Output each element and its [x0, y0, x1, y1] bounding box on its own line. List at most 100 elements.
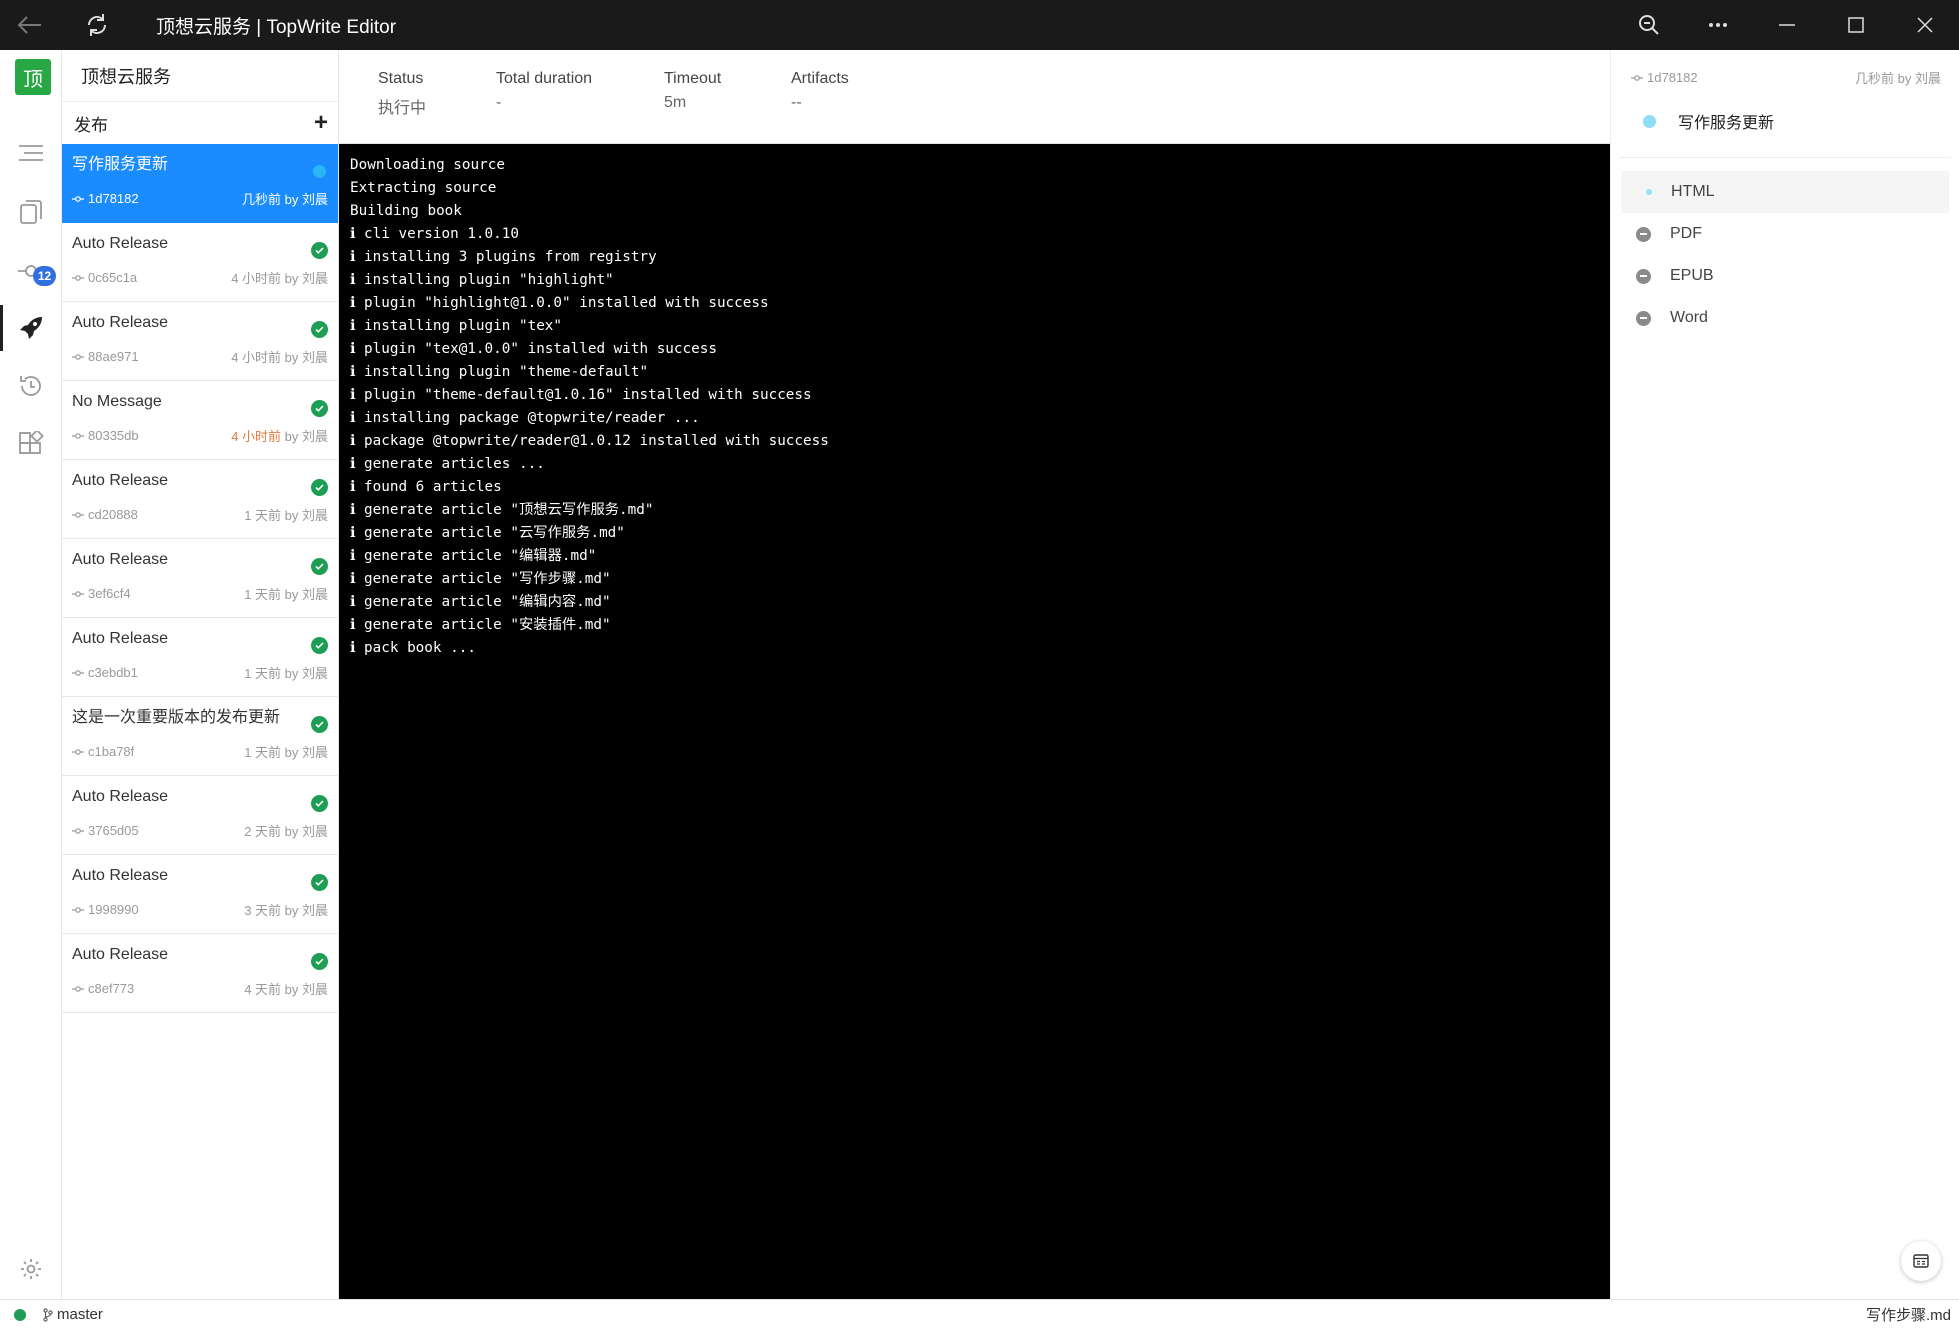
close-button[interactable] — [1890, 0, 1959, 50]
release-item[interactable]: Auto Release 1998990 3 天前 by 刘晨 — [62, 855, 338, 934]
release-item[interactable]: Auto Release 3765d05 2 天前 by 刘晨 — [62, 776, 338, 855]
gear-icon — [21, 1259, 41, 1279]
connection-status-icon — [14, 1308, 26, 1321]
success-check-icon — [311, 558, 328, 575]
nav-files[interactable] — [0, 187, 62, 237]
release-item-commit-hash: c8ef773 — [88, 981, 135, 996]
release-item-time-ago: 4 天前 — [244, 982, 282, 997]
back-button[interactable] — [5, 0, 55, 50]
release-commit: 1d78182 — [1631, 68, 1698, 87]
zoom-button[interactable] — [1614, 0, 1683, 50]
nav-settings[interactable] — [0, 1244, 62, 1294]
build-log-terminal[interactable]: Downloading source Extracting source Build… — [339, 144, 1610, 1299]
release-item-title: Auto Release — [72, 630, 169, 647]
release-item-commit: cd20888 — [72, 505, 138, 524]
release-item-time-ago: 1 天前 — [244, 508, 282, 523]
commit-icon — [72, 906, 84, 913]
artifact-html[interactable]: HTML — [1621, 171, 1949, 213]
log-line: ℹ installing package @topwrite/reader ..… — [350, 410, 700, 426]
sync-button[interactable] — [72, 0, 122, 50]
release-item-commit: 1d78182 — [72, 189, 139, 208]
commit-icon — [72, 985, 84, 992]
commit-icon — [72, 511, 84, 518]
log-line: ℹ installing plugin "highlight" — [350, 272, 614, 288]
release-item-time-ago: 4 小时前 — [231, 350, 282, 365]
release-item-commit-hash: 1998990 — [88, 902, 139, 917]
nav-plugins[interactable] — [0, 419, 62, 469]
release-item-title: Auto Release — [72, 472, 169, 489]
stat-artifacts-label: Artifacts — [791, 70, 849, 87]
skipped-status-icon — [1636, 310, 1651, 326]
release-info-pane: 1d78182 几秒前 by 刘晨 写作服务更新 HTML PDF EPUB Word — [1610, 50, 1959, 1299]
success-check-icon — [311, 637, 328, 654]
commit-icon — [72, 669, 84, 676]
release-item[interactable]: 写作服务更新 1d78182 几秒前 by 刘晨 — [62, 144, 338, 223]
log-line: ℹ installing plugin "tex" — [350, 318, 563, 334]
log-line: ℹ plugin "tex@1.0.0" installed with succ… — [350, 341, 717, 357]
release-item-time: 4 小时前 by 刘晨 — [231, 268, 328, 287]
stat-artifacts-value: -- — [791, 94, 802, 111]
artifact-label: HTML — [1671, 183, 1715, 200]
release-item-author: by 刘晨 — [284, 982, 328, 997]
release-item[interactable]: 这是一次重要版本的发布更新 c1ba78f 1 天前 by 刘晨 — [62, 697, 338, 776]
log-line: ℹ plugin "theme-default@1.0.16" installe… — [350, 387, 812, 403]
release-item-time: 3 天前 by 刘晨 — [244, 900, 328, 919]
maximize-button[interactable] — [1821, 0, 1890, 50]
release-item-commit-hash: 3ef6cf4 — [88, 586, 131, 601]
artifact-epub[interactable]: EPUB — [1621, 255, 1949, 297]
release-item[interactable]: Auto Release 0c65c1a 4 小时前 by 刘晨 — [62, 223, 338, 302]
branch-name: master — [57, 1306, 103, 1323]
release-item-author: by 刘晨 — [284, 192, 328, 207]
release-list-title: 发布 — [74, 115, 108, 135]
current-file[interactable]: 写作步骤.md — [1866, 1304, 1951, 1325]
release-item-title: Auto Release — [72, 551, 169, 568]
git-branch-icon — [43, 1307, 53, 1322]
release-item[interactable]: Auto Release cd20888 1 天前 by 刘晨 — [62, 460, 338, 539]
stat-timeout-value: 5m — [664, 94, 687, 111]
release-info-header: 1d78182 几秒前 by 刘晨 — [1611, 50, 1959, 87]
release-item[interactable]: Auto Release 3ef6cf4 1 天前 by 刘晨 — [62, 539, 338, 618]
release-item[interactable]: No Message 80335db 4 小时前 by 刘晨 — [62, 381, 338, 460]
divider — [1619, 157, 1951, 158]
log-line: ℹ generate article "顶想云写作服务.md" — [350, 502, 654, 518]
release-commit-hash: 1d78182 — [1647, 70, 1698, 85]
minimize-button[interactable] — [1752, 0, 1821, 50]
release-item[interactable]: Auto Release 88ae971 4 小时前 by 刘晨 — [62, 302, 338, 381]
release-item-time-ago: 2 天前 — [244, 824, 282, 839]
success-check-icon — [311, 321, 328, 338]
artifact-pdf[interactable]: PDF — [1621, 213, 1949, 255]
artifact-list: HTML PDF EPUB Word — [1611, 171, 1959, 339]
log-line: ℹ generate article "安装插件.md" — [350, 617, 611, 633]
release-item-meta: c8ef773 4 天前 by 刘晨 — [72, 979, 328, 998]
success-check-icon — [311, 242, 328, 259]
stat-timeout: Timeout 5m — [664, 70, 791, 143]
copy-icon — [20, 200, 42, 224]
log-line: Building book — [350, 203, 462, 219]
release-item-author: by 刘晨 — [284, 350, 328, 365]
nav-history[interactable] — [0, 361, 62, 411]
add-release-button[interactable]: + — [314, 111, 328, 135]
nav-release[interactable] — [0, 303, 62, 353]
log-line: ℹ generate article "编辑内容.md" — [350, 594, 611, 610]
nav-catalog[interactable] — [0, 128, 62, 178]
release-time: 几秒前 by 刘晨 — [1855, 71, 1941, 86]
artifact-word[interactable]: Word — [1621, 297, 1949, 339]
app-logo[interactable]: 顶 — [15, 59, 51, 95]
stat-timeout-label: Timeout — [664, 70, 722, 87]
release-item-time-ago: 几秒前 — [242, 192, 282, 207]
release-item-commit: 1998990 — [72, 900, 139, 919]
release-item-commit-hash: 88ae971 — [88, 349, 139, 364]
log-line: ℹ package @topwrite/reader@1.0.12 instal… — [350, 433, 829, 449]
release-item-commit-hash: 0c65c1a — [88, 270, 138, 285]
release-item-title: Auto Release — [72, 314, 169, 331]
success-check-icon — [311, 795, 328, 812]
more-button[interactable] — [1683, 0, 1752, 50]
stat-duration: Total duration - — [496, 70, 664, 143]
release-item[interactable]: Auto Release c3ebdb1 1 天前 by 刘晨 — [62, 618, 338, 697]
console-button[interactable] — [1901, 1241, 1941, 1281]
nav-commits[interactable]: 12 — [0, 246, 62, 296]
release-item[interactable]: Auto Release c8ef773 4 天前 by 刘晨 — [62, 934, 338, 1013]
release-item-time-ago: 4 小时前 — [231, 429, 282, 444]
log-line: Extracting source — [350, 180, 497, 196]
branch-switcher[interactable]: master — [43, 1306, 103, 1323]
